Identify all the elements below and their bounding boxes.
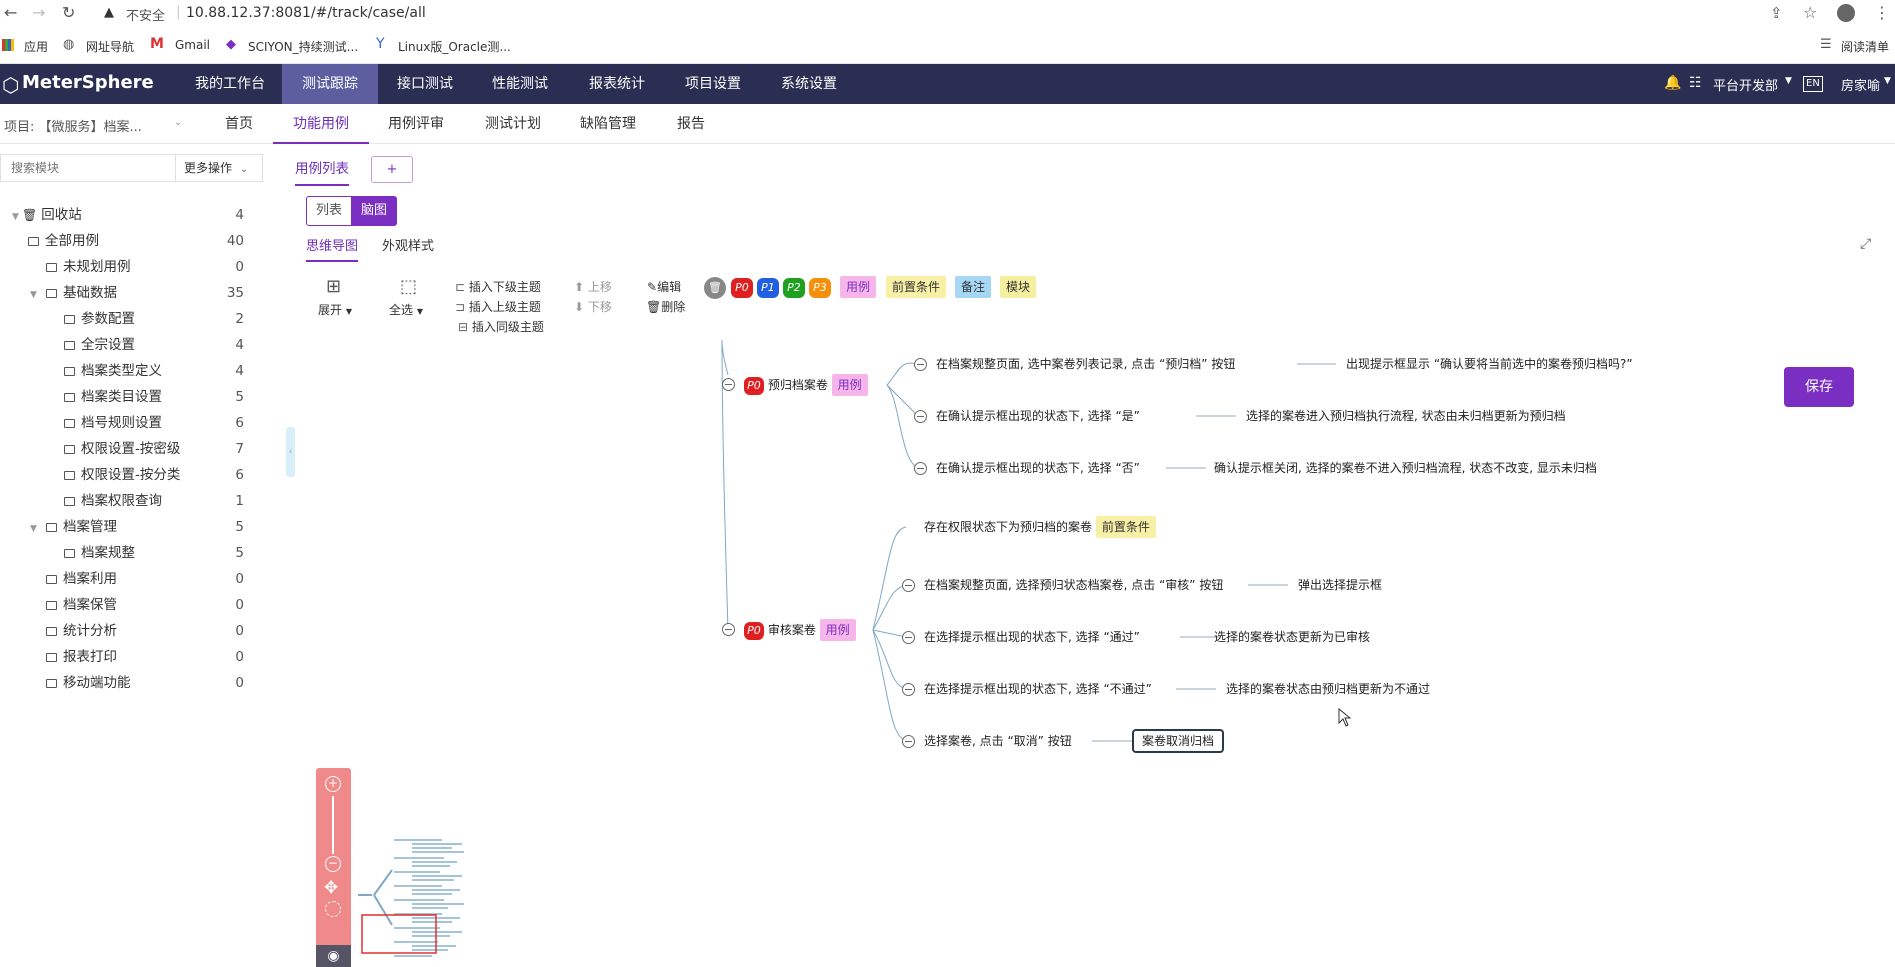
collapse-toggle[interactable] bbox=[722, 378, 735, 391]
mindmap-result-node[interactable]: 选择的案卷状态更新为已审核 bbox=[1214, 626, 1370, 648]
mindmap-result-node[interactable]: 选择的案卷进入预归档执行流程, 状态由未归档更新为预归档 bbox=[1246, 405, 1566, 427]
collapse-toggle[interactable] bbox=[902, 631, 915, 644]
mindmap-result-node[interactable]: 出现提示框显示 “确认要将当前选中的案卷预归档吗?” bbox=[1346, 353, 1633, 375]
mindmap-case-node[interactable]: P0 预归档案卷 用例 bbox=[744, 374, 868, 396]
zoom-slider[interactable] bbox=[332, 796, 334, 854]
mindmap-step-node[interactable]: 在选择提示框出现的状态下, 选择 “不通过” bbox=[924, 678, 1152, 700]
precondition-text: 存在权限状态下为预归档的案卷 bbox=[924, 520, 1093, 534]
mindmap-step-node[interactable]: 在确认提示框出现的状态下, 选择 “否” bbox=[936, 457, 1140, 479]
locate-icon[interactable] bbox=[325, 901, 341, 917]
mouse-cursor-icon bbox=[1338, 708, 1352, 727]
case-title: 审核案卷 bbox=[767, 623, 816, 637]
collapse-toggle[interactable] bbox=[902, 735, 915, 748]
eye-icon[interactable]: ◉ bbox=[316, 945, 351, 967]
mindmap-step-node[interactable]: 在确认提示框出现的状态下, 选择 “是” bbox=[936, 405, 1140, 427]
case-title: 预归档案卷 bbox=[767, 378, 828, 392]
collapse-toggle[interactable] bbox=[902, 579, 915, 592]
mindmap-case-node[interactable]: P0 审核案卷 用例 bbox=[744, 619, 856, 641]
zoom-panel: + − ✥ ◉ bbox=[316, 768, 351, 967]
collapse-toggle[interactable] bbox=[722, 623, 735, 636]
mindmap-connectors bbox=[721, 339, 1336, 742]
zoom-in-icon[interactable]: + bbox=[325, 776, 341, 792]
move-icon[interactable]: ✥ bbox=[324, 878, 338, 898]
mindmap-step-node[interactable]: 选择案卷, 点击 “取消” 按钮 bbox=[924, 730, 1072, 752]
mindmap-result-node[interactable]: 确认提示框关闭, 选择的案卷不进入预归档流程, 状态不改变, 显示未归档 bbox=[1214, 457, 1597, 479]
minimap[interactable] bbox=[352, 830, 492, 967]
mindmap-result-node[interactable]: 选择的案卷状态由预归档更新为不通过 bbox=[1226, 678, 1430, 700]
case-tag: 用例 bbox=[831, 374, 868, 396]
mindmap-result-node-selected[interactable]: 案卷取消归档 bbox=[1132, 729, 1225, 753]
case-tag: 用例 bbox=[819, 619, 856, 641]
precondition-tag: 前置条件 bbox=[1095, 516, 1156, 538]
mindmap-step-node[interactable]: 在档案规整页面, 选择预归状态档案卷, 点击 “审核” 按钮 bbox=[924, 574, 1223, 596]
collapse-toggle[interactable] bbox=[914, 358, 927, 371]
mindmap-step-node[interactable]: 在选择提示框出现的状态下, 选择 “通过” bbox=[924, 626, 1140, 648]
zoom-out-icon[interactable]: − bbox=[325, 856, 341, 872]
priority-badge: P0 bbox=[744, 621, 764, 640]
mindmap-precondition-node[interactable]: 存在权限状态下为预归档的案卷 前置条件 bbox=[924, 516, 1156, 538]
collapse-toggle[interactable] bbox=[914, 462, 927, 475]
collapse-toggle[interactable] bbox=[902, 683, 915, 696]
priority-badge: P0 bbox=[744, 376, 764, 395]
mindmap-result-node[interactable]: 弹出选择提示框 bbox=[1298, 574, 1382, 596]
mindmap-step-node[interactable]: 在档案规整页面, 选中案卷列表记录, 点击 “预归档” 按钮 bbox=[936, 353, 1235, 375]
collapse-toggle[interactable] bbox=[914, 410, 927, 423]
